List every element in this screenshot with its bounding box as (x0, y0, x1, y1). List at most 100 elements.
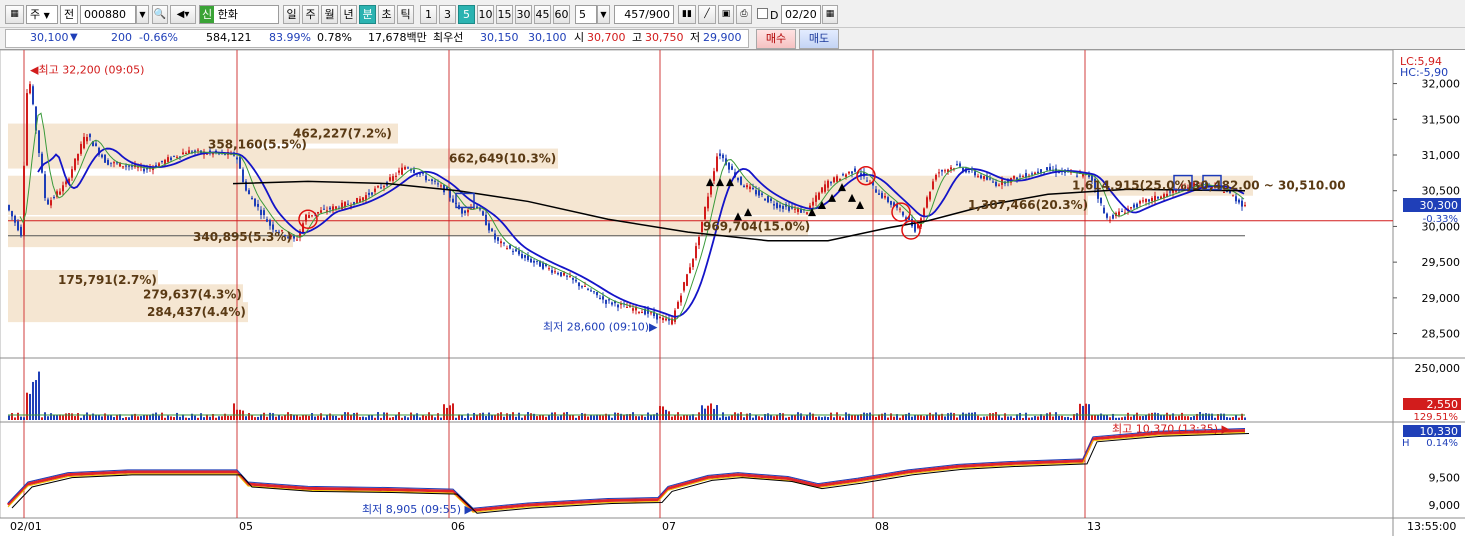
period-year-button[interactable]: 년 (340, 5, 357, 24)
volume-bar (137, 416, 139, 420)
volume-bar (170, 416, 172, 420)
save-icon[interactable]: ▣ (718, 5, 734, 24)
candle-body (593, 291, 595, 293)
volume-bar (89, 415, 91, 420)
type-select[interactable]: 전 (60, 5, 78, 24)
stock-chart[interactable]: 02/01 05 06 07 08 13 13:55:00 32,000 31,500 31,00… (0, 50, 1465, 536)
volume-bar (563, 412, 565, 420)
sound-icon[interactable]: ◀▾ (170, 5, 196, 24)
search-icon[interactable]: 🔍 (152, 5, 168, 24)
interval-dropdown[interactable]: ▼ (597, 5, 610, 24)
volume-bar (743, 417, 745, 420)
candle-body (842, 174, 844, 176)
candle-body (392, 176, 394, 181)
date-input[interactable]: 02/20 (781, 5, 821, 24)
candle-body (806, 212, 808, 214)
volume-bar (1088, 404, 1090, 420)
period-month-button[interactable]: 월 (321, 5, 338, 24)
volume-bar (857, 415, 859, 420)
market-select[interactable]: 주 ▼ (26, 5, 58, 24)
volume-bar (506, 413, 508, 420)
volume-bar (602, 415, 604, 420)
volume-bar (1154, 412, 1156, 420)
count-field[interactable]: 457/900 (614, 5, 674, 24)
candle-body (794, 208, 796, 210)
minute-1-button[interactable]: 1 (420, 5, 437, 24)
volume-bar (515, 416, 517, 420)
candle-body (1130, 207, 1132, 209)
minute-10-button[interactable]: 10 (477, 5, 494, 24)
minute-5-button[interactable]: 5 (458, 5, 475, 24)
minute-30-button[interactable]: 30 (515, 5, 532, 24)
interval-input[interactable]: 5 (575, 5, 597, 24)
candle-body (944, 170, 946, 172)
stock-code-input[interactable]: 000880 (80, 5, 136, 24)
volume-bar (1169, 414, 1171, 420)
candle-type-icon[interactable]: ▮▮ (678, 5, 696, 24)
volume-bar (656, 412, 658, 420)
minute-60-button[interactable]: 60 (553, 5, 570, 24)
candle-body (758, 190, 760, 196)
calendar-icon[interactable]: ▦ (822, 5, 838, 24)
code-dropdown-button[interactable]: ▼ (136, 5, 149, 24)
obv-y-label: 9,000 (1429, 499, 1461, 512)
volume-bar (893, 416, 895, 420)
print-icon[interactable]: ⎙ (736, 5, 752, 24)
volume-bar (11, 413, 13, 420)
period-tick-button[interactable]: 틱 (397, 5, 414, 24)
best-ask: 30,150 (480, 31, 519, 44)
volume-bar (950, 412, 952, 420)
volume-bar (539, 414, 541, 420)
volume-bar (761, 417, 763, 420)
candle-body (809, 205, 811, 208)
minute-15-button[interactable]: 15 (496, 5, 513, 24)
stock-name-field[interactable]: 신 한화 (199, 5, 279, 24)
volume-bar (1109, 417, 1111, 420)
candle-body (581, 286, 583, 288)
chart-menu-icon[interactable]: ▦ (5, 5, 24, 24)
candle-body (1106, 213, 1108, 218)
period-day-button[interactable]: 일 (283, 5, 300, 24)
candle-body (824, 184, 826, 192)
candle-body (122, 166, 124, 168)
volume-bar (1142, 416, 1144, 420)
date-checkbox[interactable] (757, 8, 768, 19)
candle-body (929, 191, 931, 200)
candle-body (434, 180, 436, 182)
volume-bar (362, 416, 364, 420)
candle-body (557, 273, 559, 275)
volume-bar (278, 414, 280, 420)
candle-body (47, 199, 49, 205)
volume-bar (956, 417, 958, 420)
volume-bar (254, 417, 256, 420)
candle-body (377, 186, 379, 188)
volume-bar (698, 412, 700, 420)
volume-profile-label: 284,437(4.4%) (147, 305, 246, 319)
volume-bar (683, 415, 685, 420)
volume-bar (332, 415, 334, 420)
candle-body (731, 166, 733, 170)
volume-bar (446, 407, 448, 420)
period-second-button[interactable]: 초 (378, 5, 395, 24)
period-week-button[interactable]: 주 (302, 5, 319, 24)
candle-body (605, 299, 607, 304)
sell-button[interactable]: 매도 (799, 29, 839, 49)
volume-bar (1070, 417, 1072, 420)
y-tick-label: 29,500 (1422, 256, 1461, 269)
candle-body (1232, 195, 1234, 197)
period-minute-button[interactable]: 분 (359, 5, 376, 24)
candle-body (32, 86, 34, 105)
volume-bar (530, 413, 532, 420)
buy-button[interactable]: 매수 (756, 29, 796, 49)
volume-bar (413, 414, 415, 420)
volume-bar (428, 412, 430, 420)
turnover-ratio: 0.78% (317, 31, 352, 44)
volume-bar (20, 416, 22, 420)
minute-3-button[interactable]: 3 (439, 5, 456, 24)
volume-bar (371, 414, 373, 420)
candle-body (728, 162, 730, 170)
draw-tool-icon[interactable]: ╱ (698, 5, 716, 24)
candle-body (266, 219, 268, 222)
y-tick-label: 31,500 (1422, 113, 1461, 126)
minute-45-button[interactable]: 45 (534, 5, 551, 24)
